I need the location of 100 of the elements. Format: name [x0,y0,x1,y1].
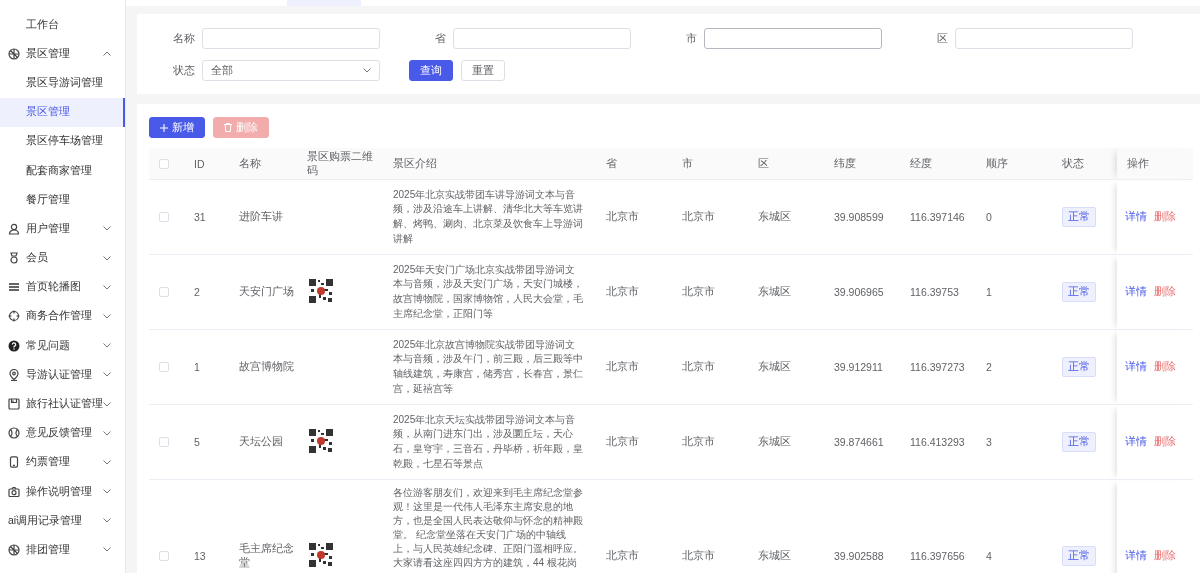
status-tag: 正常 [1062,207,1096,227]
text-field[interactable] [202,28,380,49]
table-cell: 116.397146 [910,211,965,223]
column-header: 景区购票二维码 [307,149,373,176]
table-cell: 北京市 [606,360,639,372]
checkbox[interactable] [159,551,169,561]
sidebar-group[interactable]: 商务合作管理 [0,301,125,332]
table-cell: 39.874661 [834,436,884,448]
chevron-down-icon [103,372,111,378]
sidebar-group[interactable]: 景区管理 [0,39,125,69]
sidebar-item[interactable]: 景区管理 [0,97,125,127]
sidebar-group[interactable]: 操作说明管理 [0,477,125,507]
detail-link[interactable]: 详情 [1125,360,1147,374]
sidebar-item[interactable]: 景区停车场管理 [0,126,125,156]
sidebar-group[interactable]: 旅行社认证管理 [0,389,125,419]
detail-link[interactable]: 详情 [1125,435,1147,449]
column-header: ID [194,157,205,170]
detail-link[interactable]: 详情 [1125,285,1147,299]
table-cell: 东城区 [758,285,791,297]
sidebar-group[interactable]: 会员 [0,243,125,273]
globe-icon [8,47,20,60]
sidebar-group[interactable]: 排团管理 [0,535,125,565]
sidebar-group[interactable]: 用户管理 [0,214,125,244]
table-cell: 进阶车讲 [239,210,283,222]
table-cell: 39.906965 [834,286,884,298]
text-field[interactable] [704,28,882,49]
chevron-down-icon [103,430,111,436]
sidebar-group[interactable]: ai调用记录管理 [0,506,125,536]
chevron-up-icon [103,51,111,57]
table-cell: 13 [194,550,206,562]
search-button[interactable]: 查询 [409,60,453,81]
camera-icon [8,485,20,498]
table-cell: 116.39753 [910,286,959,298]
chevron-down-icon [103,255,111,261]
description-text: 2025年北京天坛实战带团导游词文本与音频，从南门进东门出，涉及圜丘坛，天心石，皇穹宇，三音石，丹毕桥，祈年殿，皇乾殿，七星石等景点 [393,413,583,469]
add-button[interactable]: 新增 [149,117,205,138]
status-tag: 正常 [1062,282,1096,302]
description-text: 各位游客朋友们，欢迎来到毛主席纪念堂参观！这里是一代伟人毛泽东主席安息的地方，也是全国人民表达敬仰与怀念的精神殿堂。 纪念堂坐落在天安门广场的中轴线上，与人民英雄纪念碑、正阳门遥相呼应。大家请看这座四四方方的建筑，44 根花岗 [393,487,583,568]
detail-link[interactable]: 详情 [1125,210,1147,224]
table-cell: 东城区 [758,549,791,561]
table-cell: 5 [194,436,200,448]
table-cell: 毛主席纪念堂 [239,542,294,568]
checkbox[interactable] [159,158,169,169]
chevron-down-icon [103,489,111,495]
field-label: 区 [936,31,949,46]
column-header: 状态 [1062,156,1084,169]
table-cell: 116.413293 [910,436,965,448]
text-field[interactable] [955,28,1133,49]
status-select[interactable]: 全部 [202,60,380,81]
column-header: 顺序 [986,156,1008,169]
phone-icon [8,456,20,469]
sidebar-group[interactable]: 意见反馈管理 [0,418,125,448]
chevron-down-icon [103,343,111,349]
table-cell: 北京市 [606,210,639,222]
ball-icon [8,427,20,440]
column-header: 区 [758,156,769,169]
checkbox[interactable] [159,287,169,297]
sidebar-group[interactable]: 约票管理 [0,447,125,477]
table-cell: 39.908599 [834,211,884,223]
checkbox[interactable] [159,437,169,447]
sidebar-item[interactable]: 配套商家管理 [0,155,125,186]
description-text: 2025年天安门广场北京实战带团导游词文本与音频，涉及天安门广场，天安门城楼，故宫博物院，国家博物馆，人民大会堂，毛主席纪念堂，正阳门等 [393,263,583,319]
table-cell: 东城区 [758,360,791,372]
table-cell: 北京市 [606,435,639,447]
reset-button[interactable]: 重置 [461,60,505,81]
checkbox[interactable] [159,362,169,372]
status-tag: 正常 [1062,546,1096,566]
column-header: 市 [682,156,693,169]
location-pin-icon [8,368,20,381]
table-cell: 116.397656 [910,550,965,562]
column-header: 操作 [1127,156,1149,169]
table-cell: 北京市 [606,549,639,561]
sidebar-group[interactable]: 首页轮播图 [0,272,125,302]
medal-icon [8,252,20,265]
table-cell: 北京市 [682,210,715,222]
text-field[interactable] [453,28,631,49]
status-tag: 正常 [1062,357,1096,377]
trash-icon [224,123,232,132]
table-cell: 北京市 [682,360,715,372]
sidebar-item[interactable]: 景区导游词管理 [0,68,125,98]
table-cell: 东城区 [758,435,791,447]
chevron-down-icon [103,313,111,319]
field-label: 市 [685,31,698,46]
field-label: 状态 [172,63,196,78]
sidebar-group[interactable]: 导游认证管理 [0,360,125,390]
sidebar-item[interactable]: 餐厅管理 [0,185,125,215]
checkbox[interactable] [159,212,169,222]
chevron-down-icon [363,68,371,73]
list-icon [8,281,20,294]
table-cell: 天坛公园 [239,435,283,447]
sidebar-item[interactable]: 工作台 [0,10,125,40]
table-cell: 北京市 [682,549,715,561]
status-tag: 正常 [1062,432,1096,452]
table-cell: 东城区 [758,210,791,222]
sidebar-group[interactable]: 常见问题 [0,331,125,361]
plus-icon [160,123,168,132]
table-cell: 4 [986,550,992,562]
detail-link[interactable]: 详情 [1125,549,1147,563]
table-cell: 3 [986,436,992,448]
globe-icon [8,543,20,556]
